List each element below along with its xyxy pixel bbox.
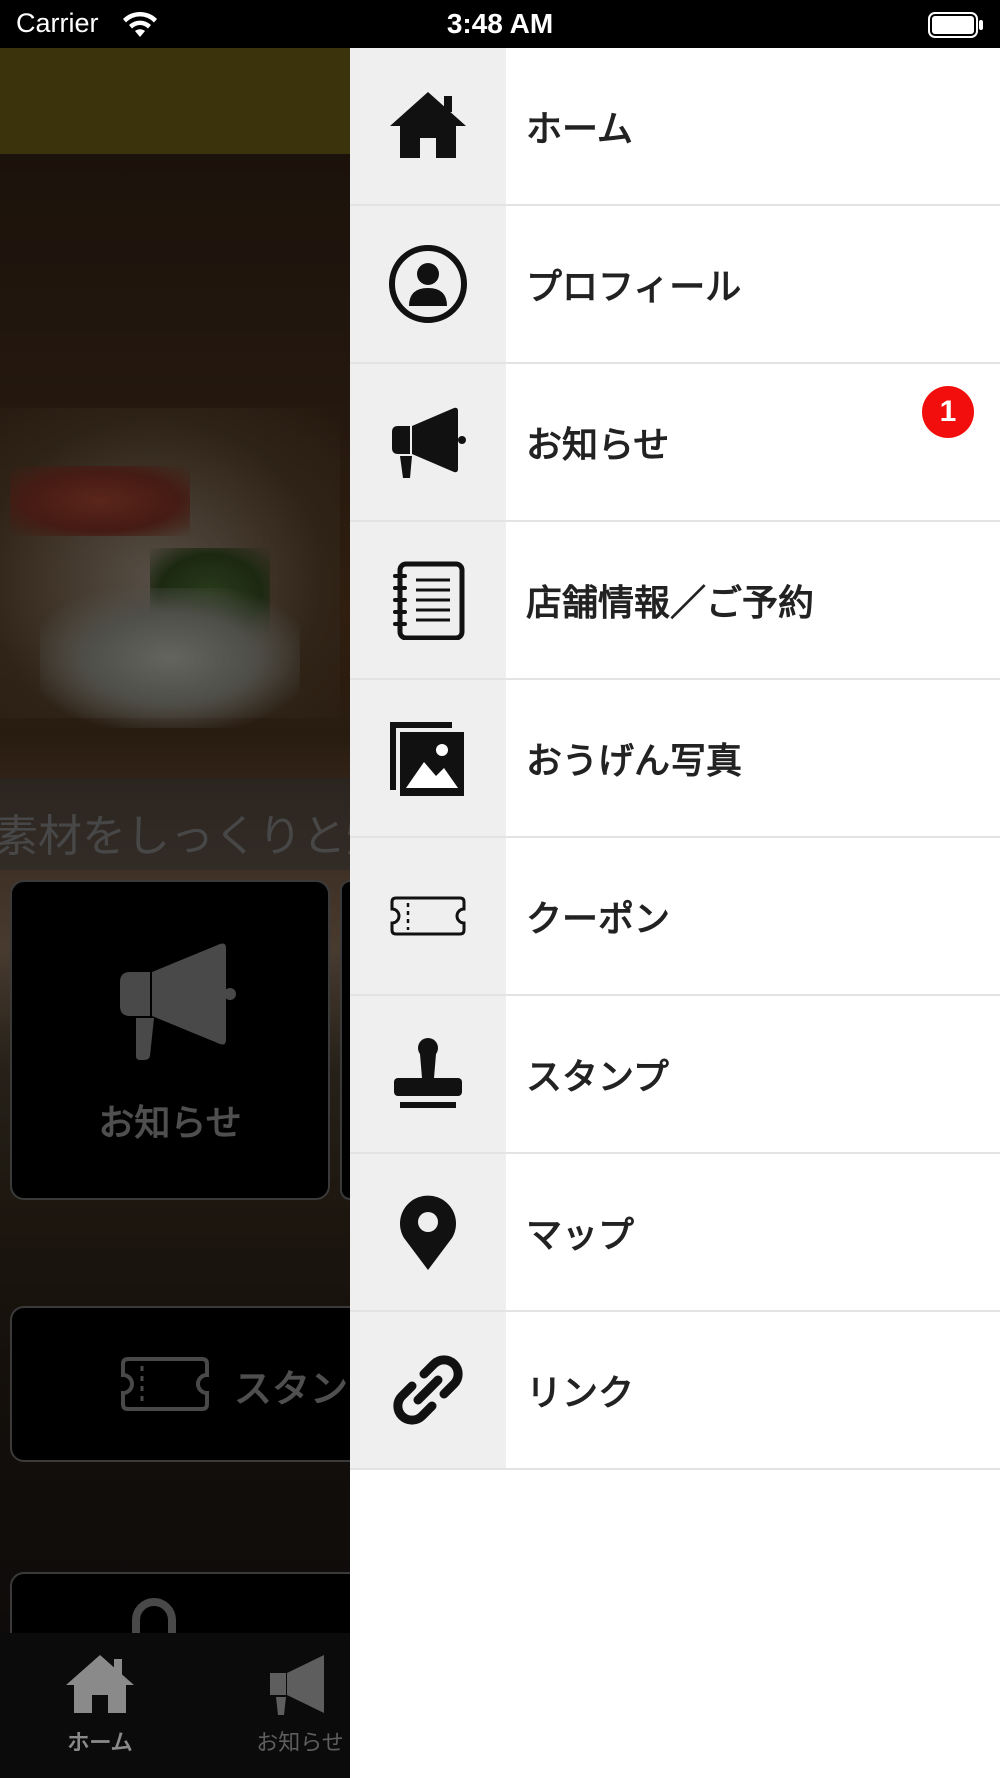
menu-item-label: マップ: [526, 1215, 635, 1256]
dim-overlay[interactable]: [0, 48, 350, 1633]
stamp-icon: [394, 1038, 462, 1108]
menu-icon-cell: [350, 1154, 506, 1310]
menu-item-label: 店舗情報／ご予約: [526, 583, 815, 624]
megaphone-icon: [270, 1655, 324, 1715]
profile-icon: [389, 245, 467, 323]
menu-item-label: お知らせ: [526, 425, 670, 466]
menu-icon-cell: [350, 206, 506, 362]
menu-icon-cell: [350, 364, 506, 520]
menu-item-home[interactable]: ホーム: [350, 48, 1000, 206]
menu-item-map[interactable]: マップ: [350, 1154, 1000, 1312]
menu-item-label: おうげん写真: [526, 741, 743, 782]
notification-badge: 1: [922, 386, 974, 438]
menu-item-label: プロフィール: [526, 267, 742, 308]
tab-home[interactable]: ホーム: [20, 1651, 180, 1757]
menu-item-stamp[interactable]: スタンプ: [350, 996, 1000, 1154]
home-icon: [66, 1655, 134, 1713]
menu-icon-cell: [350, 838, 506, 994]
menu-item-photos[interactable]: おうげん写真: [350, 680, 1000, 838]
map-pin-icon: [400, 1195, 456, 1270]
menu-item-label: ホーム: [526, 109, 633, 150]
menu-icon-cell: [350, 522, 506, 678]
status-bar: Carrier 3:48 AM: [0, 0, 1000, 48]
battery-icon: [928, 12, 983, 38]
menu-item-label: スタンプ: [526, 1057, 669, 1098]
tab-home-label: ホーム: [67, 1731, 133, 1756]
megaphone-icon: [392, 407, 466, 478]
menu-item-label: リンク: [526, 1373, 635, 1414]
menu-item-label: クーポン: [526, 899, 671, 940]
menu-item-store-info[interactable]: 店舗情報／ご予約: [350, 522, 1000, 680]
menu-item-profile[interactable]: プロフィール: [350, 206, 1000, 364]
menu-icon-cell: [350, 996, 506, 1152]
menu-icon-cell: [350, 1312, 506, 1468]
menu-item-coupon[interactable]: クーポン: [350, 838, 1000, 996]
home-icon: [390, 92, 466, 158]
menu-icon-cell: [350, 48, 506, 204]
menu-item-news[interactable]: お知らせ 1: [350, 364, 1000, 522]
coupon-ticket-icon: [390, 896, 466, 936]
tab-bar: ホーム お知らせ: [0, 1633, 350, 1778]
clock: 3:48 AM: [446, 8, 554, 39]
menu-icon-cell: [350, 680, 506, 836]
menu-item-link[interactable]: リンク: [350, 1312, 1000, 1470]
link-icon: [393, 1355, 463, 1425]
photos-icon: [390, 722, 464, 796]
notebook-icon: [393, 561, 465, 640]
side-drawer-menu: ホーム プロフィール お知らせ 1 店舗情報／ご予約 おうげん写真 クーポン ス…: [350, 48, 1000, 1778]
